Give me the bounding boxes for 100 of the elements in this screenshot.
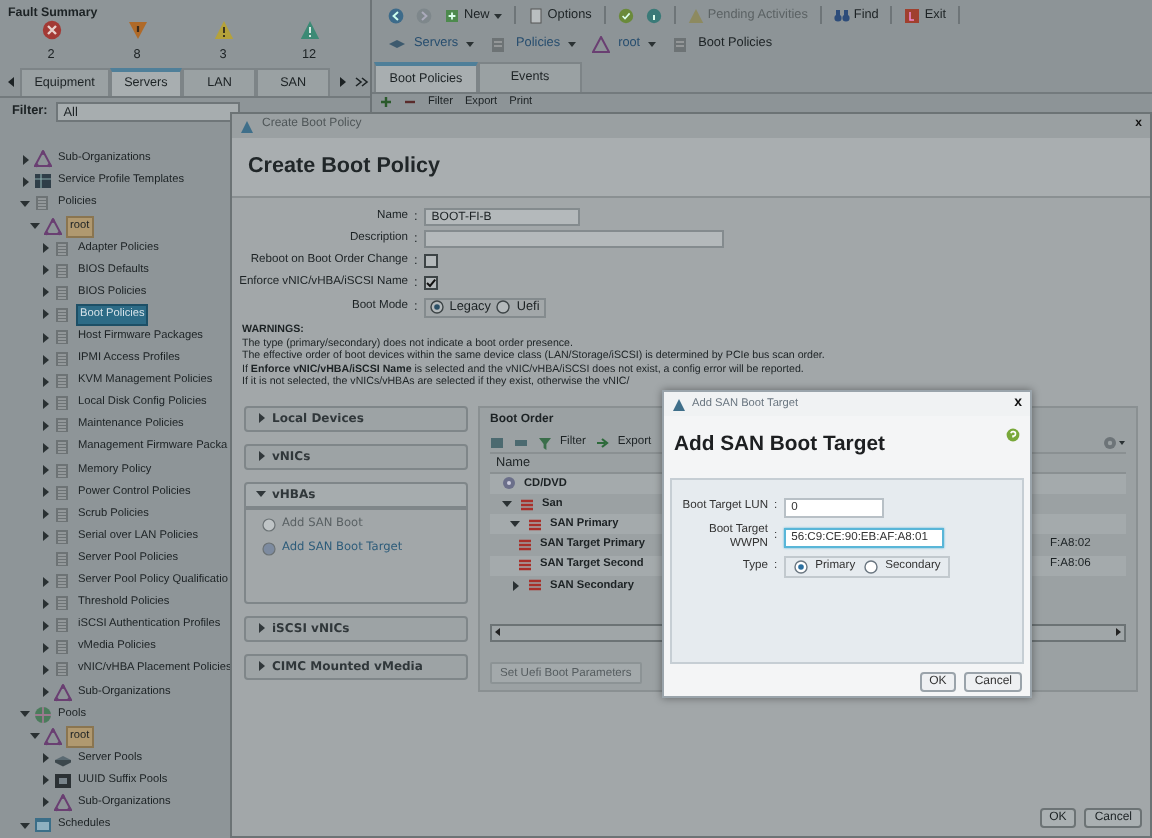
checkbox[interactable] (423, 276, 438, 290)
help-icon[interactable] (1006, 428, 1020, 442)
list-icon (520, 497, 534, 512)
stack-icon (54, 372, 72, 391)
scroll-left-icon[interactable] (492, 626, 504, 639)
chip-icon (54, 771, 72, 790)
stack-icon (54, 572, 72, 591)
warning-icon[interactable] (299, 20, 319, 41)
radio-button[interactable] (793, 560, 808, 574)
caret-icon[interactable] (493, 11, 502, 19)
text-field[interactable] (423, 230, 724, 248)
stack-icon (54, 328, 72, 347)
caret-icon[interactable] (40, 308, 50, 321)
caret-icon[interactable] (40, 597, 50, 610)
globe-icon (34, 705, 52, 724)
info-icon[interactable] (645, 7, 662, 23)
stack-icon (54, 594, 72, 613)
caret-icon[interactable] (40, 375, 50, 388)
back-icon[interactable] (388, 7, 404, 23)
caret-icon[interactable] (40, 774, 50, 787)
hierarchy-icon (240, 119, 254, 133)
scroll-right-icon[interactable] (1112, 626, 1124, 639)
caret-icon[interactable] (40, 286, 50, 299)
circle-icon (262, 517, 276, 532)
error-icon[interactable] (41, 20, 61, 41)
caret-icon[interactable] (40, 663, 50, 676)
caret-icon[interactable] (40, 575, 50, 588)
caret-icon[interactable] (40, 530, 50, 543)
hierarchy-icon (672, 397, 686, 411)
caret-icon[interactable] (466, 40, 475, 48)
caret-icon[interactable] (40, 264, 50, 277)
document-icon (527, 7, 544, 23)
radio-button[interactable] (863, 560, 878, 574)
add-icon[interactable] (380, 96, 392, 108)
stack-icon (54, 239, 72, 258)
hierarchy-icon (54, 793, 72, 812)
disc-icon (502, 476, 516, 491)
stack-icon (54, 660, 72, 679)
caret-icon[interactable] (648, 40, 657, 48)
radio-button[interactable] (496, 300, 511, 314)
caret-icon[interactable] (20, 175, 30, 188)
caret-icon[interactable] (20, 819, 30, 832)
caret-icon[interactable] (40, 464, 50, 477)
caret-icon[interactable] (568, 40, 577, 48)
circle-icon (262, 541, 276, 556)
caret-icon[interactable] (40, 331, 50, 344)
stack-icon (34, 194, 52, 213)
server-icon (388, 35, 406, 53)
binoculars-icon (833, 7, 850, 23)
stack-icon (490, 35, 509, 53)
hierarchy-icon (54, 683, 72, 702)
check-icon[interactable] (617, 7, 634, 23)
caret-icon[interactable] (40, 508, 50, 521)
stack-icon (54, 350, 72, 369)
caret-icon[interactable] (30, 730, 40, 743)
stack-icon (54, 283, 72, 302)
caret-icon[interactable] (40, 686, 50, 699)
stack-icon (54, 505, 72, 524)
stack-icon (672, 35, 691, 53)
gear-icon[interactable] (1102, 435, 1126, 450)
calendar-icon (34, 816, 52, 835)
hierarchy-icon (592, 35, 611, 53)
caret-icon[interactable] (40, 353, 50, 366)
list-icon (518, 538, 532, 553)
caret-icon[interactable] (510, 579, 520, 592)
hierarchy-icon (44, 217, 62, 236)
checkbox[interactable] (423, 254, 438, 268)
caret-icon[interactable] (40, 242, 50, 255)
remove-icon[interactable] (404, 96, 416, 108)
caret-icon[interactable] (256, 622, 266, 635)
caret-icon[interactable] (40, 641, 50, 654)
caret-icon[interactable] (40, 419, 50, 432)
caret-icon[interactable] (40, 752, 50, 765)
caret-icon[interactable] (20, 708, 30, 721)
warning-icon[interactable] (213, 20, 233, 41)
caret-icon[interactable] (40, 486, 50, 499)
dialog-heading: Add SAN Boot Target (674, 434, 885, 460)
caret-icon[interactable] (40, 619, 50, 632)
inverted-triangle-icon[interactable] (127, 20, 147, 41)
stack-icon (54, 438, 72, 457)
caret-icon[interactable] (30, 220, 40, 233)
caret-icon[interactable] (40, 397, 50, 410)
caret-icon[interactable] (20, 153, 30, 166)
caret-icon[interactable] (256, 660, 266, 673)
caret-icon[interactable] (40, 441, 50, 454)
overflow-icon[interactable] (353, 74, 370, 91)
list-icon (518, 558, 532, 573)
grid-icon (34, 172, 52, 191)
caret-icon[interactable] (256, 412, 266, 425)
caret-icon[interactable] (510, 518, 520, 531)
caret-icon[interactable] (256, 450, 266, 463)
caret-icon[interactable] (502, 498, 512, 511)
stack-icon (54, 416, 72, 435)
stack-icon (54, 305, 72, 324)
radio-button[interactable] (429, 300, 444, 314)
caret-icon[interactable] (40, 796, 50, 809)
caret-icon[interactable] (20, 197, 30, 210)
export-icon (595, 435, 610, 450)
stack-icon (54, 616, 72, 635)
caret-icon[interactable] (256, 488, 266, 501)
